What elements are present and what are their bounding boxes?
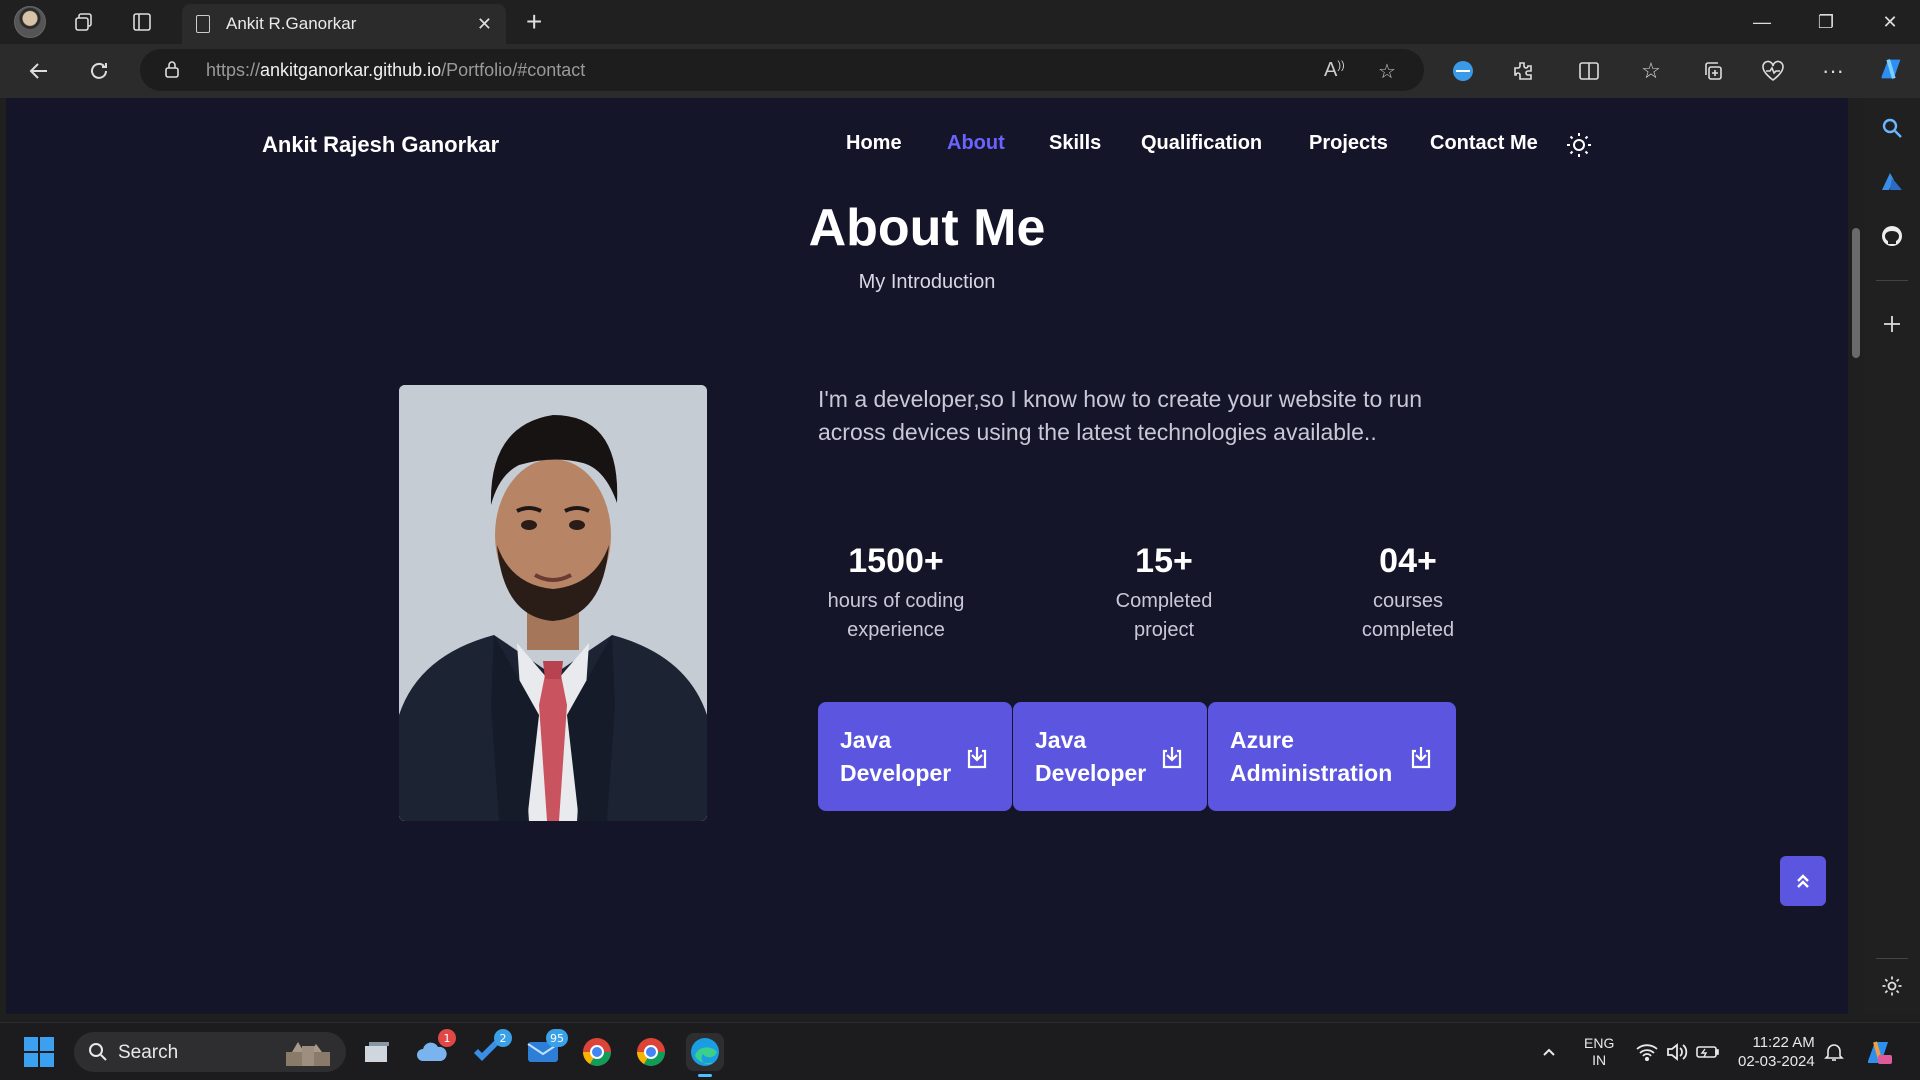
nav-home[interactable]: Home (846, 132, 902, 155)
volume-icon[interactable] (1666, 1023, 1688, 1080)
edge-browser-icon[interactable] (686, 1033, 724, 1077)
stat-label: hours of coding experience (827, 590, 965, 641)
lock-icon[interactable] (164, 60, 180, 78)
minimize-button[interactable]: — (1742, 6, 1782, 38)
taskbar-search[interactable]: Search (74, 1032, 346, 1072)
new-tab-button[interactable]: + (526, 6, 542, 38)
notification-badge: 2 (494, 1029, 512, 1047)
favorite-star-icon[interactable]: ☆ (1378, 59, 1396, 84)
nav-skills[interactable]: Skills (1049, 132, 1101, 155)
settings-icon[interactable] (1878, 972, 1906, 1000)
start-windows-icon[interactable] (24, 1037, 54, 1067)
github-icon[interactable] (1878, 222, 1906, 250)
theme-toggle-sun-icon[interactable] (1566, 132, 1592, 158)
copilot-icon[interactable] (1876, 54, 1906, 84)
vpn-icon[interactable] (1448, 56, 1478, 86)
azure-icon[interactable] (1878, 168, 1906, 196)
browser-essentials-icon[interactable] (1758, 56, 1788, 86)
taskbar-search-label: Search (118, 1042, 179, 1063)
stat-projects: 15+ Completed project (1086, 542, 1242, 645)
battery-icon[interactable] (1696, 1023, 1720, 1080)
clock[interactable]: 11:22 AM 02-03-2024 (1738, 1023, 1815, 1080)
add-icon[interactable] (1878, 310, 1906, 338)
restore-button[interactable]: ❐ (1806, 6, 1846, 38)
input-language[interactable]: ENG IN (1584, 1023, 1614, 1080)
download-java-developer-button-2[interactable]: Java Developer (1013, 702, 1207, 811)
task-view-icon[interactable] (358, 1033, 396, 1071)
nav-projects[interactable]: Projects (1309, 132, 1388, 155)
page-scrollbar[interactable] (1848, 98, 1864, 1014)
notification-bell-icon[interactable] (1824, 1023, 1844, 1080)
about-description: I'm a developer,so I know how to create … (818, 386, 1422, 445)
notification-badge: 1 (438, 1029, 456, 1047)
search-highlight-icon (286, 1042, 330, 1066)
chevron-up-icon (1543, 1048, 1555, 1056)
download-icon (1411, 746, 1431, 768)
windows-taskbar: Search 1 2 95 ENG IN 11:22 AM 02-03-2024 (0, 1022, 1920, 1080)
download-icon (967, 746, 987, 768)
page-icon (196, 15, 210, 33)
download-azure-administration-button[interactable]: Azure Administration (1208, 702, 1456, 811)
profile-avatar[interactable] (14, 6, 46, 38)
extensions-icon[interactable] (1508, 56, 1538, 86)
wifi-icon[interactable] (1636, 1023, 1658, 1080)
refresh-button[interactable] (82, 54, 116, 88)
scrollbar-thumb[interactable] (1852, 228, 1860, 358)
more-icon[interactable]: ··· (1818, 56, 1848, 86)
todo-app-icon[interactable]: 2 (468, 1029, 512, 1071)
workspaces-icon[interactable] (68, 6, 100, 38)
nav-contact[interactable]: Contact Me (1430, 132, 1538, 155)
mail-app-icon[interactable]: 95 (524, 1029, 568, 1071)
vertical-tabs-icon[interactable] (126, 6, 158, 38)
section-title: About Me (808, 199, 1046, 257)
browser-toolbar: https://ankitganorkar.github.io/Portfoli… (0, 44, 1920, 98)
read-aloud-icon[interactable]: A)) (1324, 59, 1345, 82)
tab-title: Ankit R.Ganorkar (226, 14, 357, 33)
favorites-icon[interactable]: ☆ (1636, 56, 1666, 86)
stat-label: Completed project (1115, 590, 1213, 641)
scroll-to-top-button[interactable] (1780, 856, 1826, 906)
chrome-icon[interactable] (632, 1033, 670, 1071)
close-tab-icon[interactable]: ✕ (477, 14, 492, 35)
stat-coding-hours: 1500+ hours of coding experience (818, 542, 974, 645)
stat-number: 15+ (1135, 542, 1193, 580)
profile-photo (399, 385, 707, 821)
nav-about[interactable]: About (947, 132, 1005, 155)
download-java-developer-button[interactable]: Java Developer (818, 702, 1012, 811)
browser-tab-active[interactable]: Ankit R.Ganorkar ✕ (182, 4, 506, 44)
stat-courses: 04+ courses completed (1330, 542, 1486, 645)
collections-icon[interactable] (1698, 56, 1728, 86)
stat-number: 1500+ (848, 542, 944, 580)
close-window-button[interactable]: ✕ (1870, 6, 1910, 38)
double-chevron-up-icon (1797, 874, 1809, 888)
chrome-profile-icon[interactable] (578, 1033, 616, 1071)
edge-sidebar (1864, 98, 1920, 1014)
onedrive-cloud-icon[interactable]: 1 (412, 1029, 456, 1071)
split-screen-icon[interactable] (1574, 56, 1604, 86)
stat-label: courses completed (1361, 590, 1455, 641)
webpage: Ankit Rajesh Ganorkar Home About Skills … (6, 98, 1848, 1014)
stat-number: 04+ (1379, 542, 1437, 580)
section-subtitle: My Introduction (858, 271, 996, 293)
nav-qualification[interactable]: Qualification (1141, 132, 1262, 155)
search-icon (89, 1043, 107, 1061)
show-hidden-icons[interactable] (1540, 1023, 1558, 1080)
browser-title-bar: Ankit R.Ganorkar ✕ + — ❐ ✕ (0, 0, 1920, 44)
download-icon (1162, 746, 1182, 768)
site-brand[interactable]: Ankit Rajesh Ganorkar (262, 132, 499, 158)
back-button[interactable] (22, 54, 56, 88)
search-icon[interactable] (1878, 114, 1906, 142)
copilot-taskbar-icon[interactable] (1864, 1023, 1894, 1080)
notification-badge: 95 (546, 1029, 568, 1047)
address-bar[interactable]: https://ankitganorkar.github.io/Portfoli… (140, 49, 1424, 91)
url-text[interactable]: https://ankitganorkar.github.io/Portfoli… (206, 60, 585, 81)
